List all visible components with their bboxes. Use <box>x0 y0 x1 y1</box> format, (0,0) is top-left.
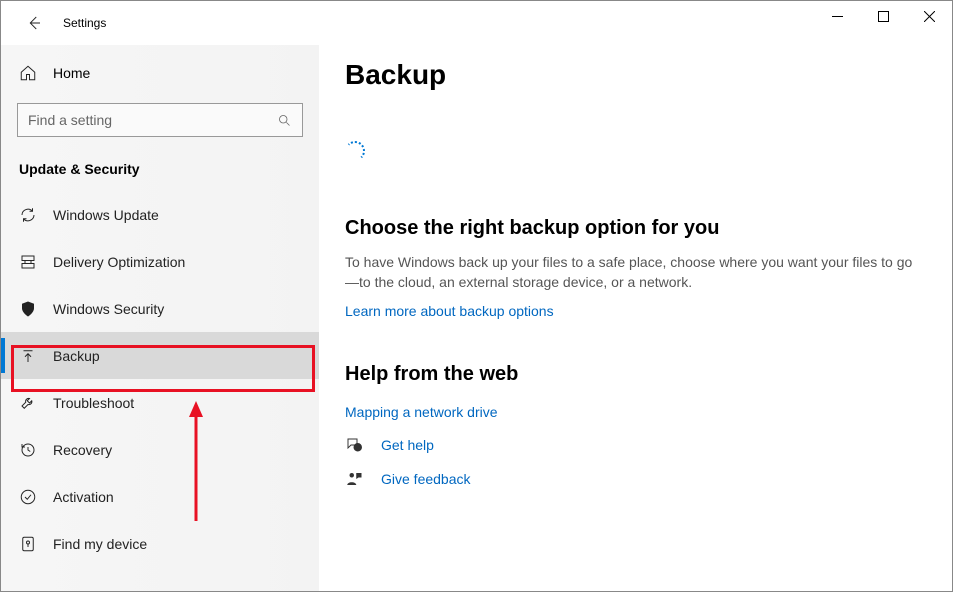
nav-label: Delivery Optimization <box>53 254 185 270</box>
get-help-link[interactable]: Get help <box>381 437 434 453</box>
delivery-icon <box>19 253 37 271</box>
wrench-icon <box>19 394 37 412</box>
home-nav[interactable]: Home <box>1 53 319 93</box>
nav-label: Backup <box>53 348 100 364</box>
back-button[interactable] <box>19 8 49 38</box>
sidebar: Home Update & Security Windows Update De… <box>1 45 319 591</box>
search-icon <box>277 113 292 128</box>
backup-icon <box>19 347 37 365</box>
maximize-button[interactable] <box>860 1 906 31</box>
nav-label: Recovery <box>53 442 112 458</box>
sidebar-item-delivery-optimization[interactable]: Delivery Optimization <box>1 238 319 285</box>
chat-help-icon: ? <box>345 436 363 454</box>
page-title: Backup <box>345 59 926 91</box>
help-link[interactable]: Mapping a network drive <box>345 404 926 420</box>
minimize-icon <box>832 11 843 22</box>
give-feedback-link[interactable]: Give feedback <box>381 471 471 487</box>
learn-more-link[interactable]: Learn more about backup options <box>345 303 926 319</box>
sidebar-item-recovery[interactable]: Recovery <box>1 426 319 473</box>
minimize-button[interactable] <box>814 1 860 31</box>
sidebar-item-activation[interactable]: Activation <box>1 473 319 520</box>
search-box[interactable] <box>17 103 303 137</box>
content-pane: Backup Choose the right backup option fo… <box>319 45 952 591</box>
nav-label: Find my device <box>53 536 147 552</box>
svg-text:?: ? <box>356 445 359 451</box>
section-title: Choose the right backup option for you <box>345 217 926 240</box>
location-icon <box>19 535 37 553</box>
sidebar-item-windows-update[interactable]: Windows Update <box>1 191 319 238</box>
close-button[interactable] <box>906 1 952 31</box>
home-label: Home <box>53 65 90 81</box>
section-text: To have Windows back up your files to a … <box>345 252 926 293</box>
search-input[interactable] <box>28 112 277 128</box>
help-title: Help from the web <box>345 363 926 386</box>
nav-label: Activation <box>53 489 114 505</box>
home-icon <box>19 64 37 82</box>
sidebar-item-troubleshoot[interactable]: Troubleshoot <box>1 379 319 426</box>
maximize-icon <box>878 11 889 22</box>
check-circle-icon <box>19 488 37 506</box>
loading-spinner <box>345 141 365 161</box>
category-heading: Update & Security <box>19 161 319 177</box>
close-icon <box>924 11 935 22</box>
arrow-left-icon <box>25 14 43 32</box>
nav-label: Troubleshoot <box>53 395 134 411</box>
nav-label: Windows Update <box>53 207 159 223</box>
nav-label: Windows Security <box>53 301 164 317</box>
sidebar-item-backup[interactable]: Backup <box>1 332 319 379</box>
recovery-icon <box>19 441 37 459</box>
window-title: Settings <box>63 16 106 30</box>
shield-icon <box>19 300 37 318</box>
sidebar-item-find-my-device[interactable]: Find my device <box>1 520 319 567</box>
sidebar-item-windows-security[interactable]: Windows Security <box>1 285 319 332</box>
sync-icon <box>19 206 37 224</box>
feedback-person-icon <box>345 470 363 488</box>
